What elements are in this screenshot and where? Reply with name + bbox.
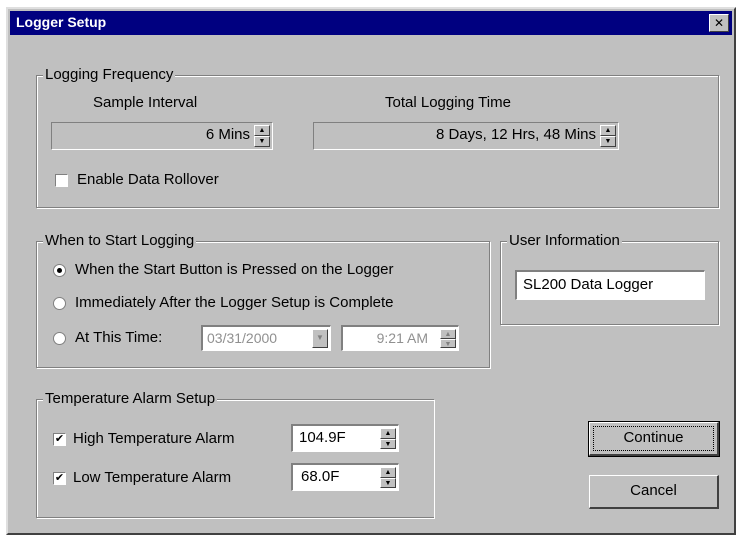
enable-rollover-checkbox[interactable] [55,174,68,187]
spin-down-icon[interactable]: ▼ [380,477,396,488]
temperature-alarm-group: Temperature Alarm Setup ✔ High Temperatu… [36,390,434,518]
title-bar[interactable]: Logger Setup ✕ [10,11,732,35]
user-information-legend: User Information [507,232,622,249]
high-temperature-checkbox[interactable]: ✔ [53,433,66,446]
logger-setup-dialog: Logger Setup ✕ Logging Frequency Sample … [6,7,736,535]
spin-up-icon[interactable]: ▲ [440,329,456,339]
spin-up-icon[interactable]: ▲ [254,125,270,136]
sample-interval-spinner[interactable]: ▲ ▼ [254,125,270,147]
high-temperature-field[interactable]: 104.9F ▲ ▼ [291,424,399,452]
close-icon: ✕ [713,16,725,30]
total-logging-time-spinner[interactable]: ▲ ▼ [600,125,616,147]
spin-down-icon[interactable]: ▼ [380,438,396,449]
logging-frequency-group: Logging Frequency Sample Interval 6 Mins… [36,66,719,208]
spin-down-icon[interactable]: ▼ [600,136,616,147]
start-date-picker[interactable]: 03/31/2000 ▼ [201,325,331,351]
close-button[interactable]: ✕ [709,14,729,32]
start-time-spinner[interactable]: ▲ ▼ [440,329,456,348]
radio-at-this-time[interactable] [53,332,66,345]
spin-up-icon[interactable]: ▲ [380,467,396,478]
cancel-button[interactable]: Cancel [589,475,719,509]
total-logging-time-value: 8 Days, 12 Hrs, 48 Mins [435,126,596,143]
sample-interval-label: Sample Interval [93,94,198,111]
continue-button[interactable]: Continue [588,421,720,457]
user-information-group: User Information SL200 Data Logger [500,232,719,325]
low-temperature-spinner[interactable]: ▲ ▼ [380,467,396,488]
radio-start-button[interactable] [53,264,66,277]
user-information-value: SL200 Data Logger [523,276,654,293]
user-information-input[interactable]: SL200 Data Logger [515,270,705,300]
check-icon: ✔ [54,472,65,484]
high-temperature-value: 104.9F [299,429,346,446]
radio-at-this-time-label[interactable]: At This Time: [75,329,162,346]
spin-up-icon[interactable]: ▲ [600,125,616,136]
total-logging-time-field[interactable]: 8 Days, 12 Hrs, 48 Mins ▲ ▼ [313,122,619,150]
high-temperature-spinner[interactable]: ▲ ▼ [380,428,396,449]
radio-immediately[interactable] [53,297,66,310]
low-temperature-field[interactable]: 68.0F ▲ ▼ [291,463,399,491]
enable-rollover-label[interactable]: Enable Data Rollover [77,171,219,188]
low-temperature-checkbox[interactable]: ✔ [53,472,66,485]
spin-up-icon[interactable]: ▲ [380,428,396,439]
cancel-button-label: Cancel [630,482,677,499]
high-temperature-label[interactable]: High Temperature Alarm [73,430,234,447]
radio-immediately-label[interactable]: Immediately After the Logger Setup is Co… [75,294,394,311]
logging-frequency-legend: Logging Frequency [43,66,176,83]
radio-start-button-label[interactable]: When the Start Button is Pressed on the … [75,261,394,278]
start-time-value: 9:21 AM [376,330,428,346]
low-temperature-label[interactable]: Low Temperature Alarm [73,469,231,486]
temperature-alarm-legend: Temperature Alarm Setup [43,390,218,407]
spin-down-icon[interactable]: ▼ [440,338,456,348]
total-logging-time-label: Total Logging Time [385,94,511,111]
chevron-down-icon[interactable]: ▼ [312,329,328,348]
sample-interval-value: 6 Mins [205,126,250,143]
start-time-field[interactable]: 9:21 AM ▲ ▼ [341,325,459,351]
check-icon: ✔ [54,433,65,445]
sample-interval-field[interactable]: 6 Mins ▲ ▼ [51,122,273,150]
spin-down-icon[interactable]: ▼ [254,136,270,147]
focus-ring [593,426,714,451]
low-temperature-value: 68.0F [301,468,340,485]
start-date-value: 03/31/2000 [207,330,278,346]
start-logging-legend: When to Start Logging [43,232,197,249]
window-title: Logger Setup [16,14,107,30]
start-logging-group: When to Start Logging When the Start But… [36,232,490,368]
